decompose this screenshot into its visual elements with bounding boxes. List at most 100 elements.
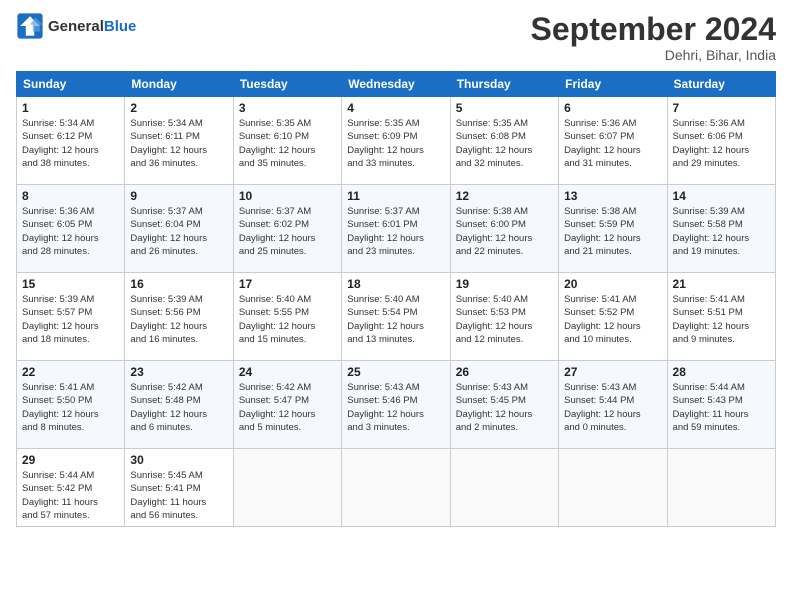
day-number: 12 — [456, 189, 553, 203]
table-row: 25 Sunrise: 5:43 AM Sunset: 5:46 PM Dayli… — [342, 361, 450, 449]
day-number: 24 — [239, 365, 336, 379]
day-info: Sunrise: 5:37 AM Sunset: 6:02 PM Dayligh… — [239, 205, 336, 258]
month-title: September 2024 — [531, 12, 776, 47]
day-number: 25 — [347, 365, 444, 379]
table-row — [667, 449, 775, 527]
table-row — [450, 449, 558, 527]
table-row: 23 Sunrise: 5:42 AM Sunset: 5:48 PM Dayli… — [125, 361, 233, 449]
week-row-2: 8 Sunrise: 5:36 AM Sunset: 6:05 PM Daylig… — [17, 185, 776, 273]
day-number: 6 — [564, 101, 661, 115]
col-sunday: Sunday — [17, 72, 125, 97]
day-info: Sunrise: 5:37 AM Sunset: 6:04 PM Dayligh… — [130, 205, 227, 258]
day-info: Sunrise: 5:34 AM Sunset: 6:12 PM Dayligh… — [22, 117, 119, 170]
calendar: Sunday Monday Tuesday Wednesday Thursday… — [16, 71, 776, 527]
day-number: 11 — [347, 189, 444, 203]
week-row-1: 1 Sunrise: 5:34 AM Sunset: 6:12 PM Daylig… — [17, 97, 776, 185]
day-info: Sunrise: 5:41 AM Sunset: 5:50 PM Dayligh… — [22, 381, 119, 434]
day-number: 1 — [22, 101, 119, 115]
day-number: 21 — [673, 277, 770, 291]
col-thursday: Thursday — [450, 72, 558, 97]
day-number: 9 — [130, 189, 227, 203]
table-row — [233, 449, 341, 527]
day-info: Sunrise: 5:36 AM Sunset: 6:05 PM Dayligh… — [22, 205, 119, 258]
day-info: Sunrise: 5:42 AM Sunset: 5:47 PM Dayligh… — [239, 381, 336, 434]
day-info: Sunrise: 5:43 AM Sunset: 5:44 PM Dayligh… — [564, 381, 661, 434]
day-number: 15 — [22, 277, 119, 291]
table-row: 5 Sunrise: 5:35 AM Sunset: 6:08 PM Daylig… — [450, 97, 558, 185]
table-row: 6Sunrise: 5:36 AM Sunset: 6:07 PM Daylig… — [559, 97, 667, 185]
table-row: 22 Sunrise: 5:41 AM Sunset: 5:50 PM Dayli… — [17, 361, 125, 449]
week-row-3: 15 Sunrise: 5:39 AM Sunset: 5:57 PM Dayli… — [17, 273, 776, 361]
table-row: 30 Sunrise: 5:45 AM Sunset: 5:41 PM Dayli… — [125, 449, 233, 527]
table-row — [342, 449, 450, 527]
day-info: Sunrise: 5:39 AM Sunset: 5:56 PM Dayligh… — [130, 293, 227, 346]
day-info: Sunrise: 5:35 AM Sunset: 6:10 PM Dayligh… — [239, 117, 336, 170]
day-info: Sunrise: 5:40 AM Sunset: 5:54 PM Dayligh… — [347, 293, 444, 346]
day-number: 27 — [564, 365, 661, 379]
header: GeneralBlue September 2024 Dehri, Bihar,… — [16, 12, 776, 63]
day-info: Sunrise: 5:39 AM Sunset: 5:57 PM Dayligh… — [22, 293, 119, 346]
week-row-5: 29Sunrise: 5:44 AM Sunset: 5:42 PM Dayli… — [17, 449, 776, 527]
table-row: 11 Sunrise: 5:37 AM Sunset: 6:01 PM Dayli… — [342, 185, 450, 273]
day-info: Sunrise: 5:38 AM Sunset: 5:59 PM Dayligh… — [564, 205, 661, 258]
table-row: 19 Sunrise: 5:40 AM Sunset: 5:53 PM Dayli… — [450, 273, 558, 361]
day-number: 28 — [673, 365, 770, 379]
table-row: 26Sunrise: 5:43 AM Sunset: 5:45 PM Dayli… — [450, 361, 558, 449]
day-info: Sunrise: 5:43 AM Sunset: 5:46 PM Dayligh… — [347, 381, 444, 434]
col-saturday: Saturday — [667, 72, 775, 97]
day-number: 8 — [22, 189, 119, 203]
col-wednesday: Wednesday — [342, 72, 450, 97]
day-number: 22 — [22, 365, 119, 379]
day-number: 7 — [673, 101, 770, 115]
day-number: 13 — [564, 189, 661, 203]
table-row: 3Sunrise: 5:35 AM Sunset: 6:10 PM Daylig… — [233, 97, 341, 185]
table-row: 14 Sunrise: 5:39 AM Sunset: 5:58 PM Dayli… — [667, 185, 775, 273]
title-block: September 2024 Dehri, Bihar, India — [531, 12, 776, 63]
day-info: Sunrise: 5:34 AM Sunset: 6:11 PM Dayligh… — [130, 117, 227, 170]
day-number: 30 — [130, 453, 227, 467]
table-row: 15 Sunrise: 5:39 AM Sunset: 5:57 PM Dayli… — [17, 273, 125, 361]
day-info: Sunrise: 5:35 AM Sunset: 6:08 PM Dayligh… — [456, 117, 553, 170]
table-row: 8 Sunrise: 5:36 AM Sunset: 6:05 PM Daylig… — [17, 185, 125, 273]
table-row: 17Sunrise: 5:40 AM Sunset: 5:55 PM Dayli… — [233, 273, 341, 361]
table-row: 29Sunrise: 5:44 AM Sunset: 5:42 PM Dayli… — [17, 449, 125, 527]
table-row: 2 Sunrise: 5:34 AM Sunset: 6:11 PM Daylig… — [125, 97, 233, 185]
table-row: 7 Sunrise: 5:36 AM Sunset: 6:06 PM Daylig… — [667, 97, 775, 185]
table-row — [559, 449, 667, 527]
day-info: Sunrise: 5:35 AM Sunset: 6:09 PM Dayligh… — [347, 117, 444, 170]
table-row: 12 Sunrise: 5:38 AM Sunset: 6:00 PM Dayli… — [450, 185, 558, 273]
day-info: Sunrise: 5:38 AM Sunset: 6:00 PM Dayligh… — [456, 205, 553, 258]
col-monday: Monday — [125, 72, 233, 97]
table-row: 13 Sunrise: 5:38 AM Sunset: 5:59 PM Dayli… — [559, 185, 667, 273]
table-row: 18 Sunrise: 5:40 AM Sunset: 5:54 PM Dayli… — [342, 273, 450, 361]
day-number: 2 — [130, 101, 227, 115]
day-number: 20 — [564, 277, 661, 291]
day-number: 16 — [130, 277, 227, 291]
table-row: 1 Sunrise: 5:34 AM Sunset: 6:12 PM Daylig… — [17, 97, 125, 185]
day-info: Sunrise: 5:42 AM Sunset: 5:48 PM Dayligh… — [130, 381, 227, 434]
table-row: 20Sunrise: 5:41 AM Sunset: 5:52 PM Dayli… — [559, 273, 667, 361]
day-info: Sunrise: 5:41 AM Sunset: 5:51 PM Dayligh… — [673, 293, 770, 346]
day-info: Sunrise: 5:36 AM Sunset: 6:06 PM Dayligh… — [673, 117, 770, 170]
day-info: Sunrise: 5:45 AM Sunset: 5:41 PM Dayligh… — [130, 469, 227, 522]
day-info: Sunrise: 5:39 AM Sunset: 5:58 PM Dayligh… — [673, 205, 770, 258]
col-friday: Friday — [559, 72, 667, 97]
table-row: 9 Sunrise: 5:37 AM Sunset: 6:04 PM Daylig… — [125, 185, 233, 273]
table-row: 28Sunrise: 5:44 AM Sunset: 5:43 PM Dayli… — [667, 361, 775, 449]
day-number: 23 — [130, 365, 227, 379]
day-info: Sunrise: 5:37 AM Sunset: 6:01 PM Dayligh… — [347, 205, 444, 258]
day-info: Sunrise: 5:40 AM Sunset: 5:53 PM Dayligh… — [456, 293, 553, 346]
logo: GeneralBlue — [16, 12, 136, 40]
day-number: 26 — [456, 365, 553, 379]
day-number: 18 — [347, 277, 444, 291]
logo-text: GeneralBlue — [48, 18, 136, 35]
day-number: 14 — [673, 189, 770, 203]
day-number: 4 — [347, 101, 444, 115]
day-info: Sunrise: 5:40 AM Sunset: 5:55 PM Dayligh… — [239, 293, 336, 346]
table-row: 21 Sunrise: 5:41 AM Sunset: 5:51 PM Dayli… — [667, 273, 775, 361]
header-row: Sunday Monday Tuesday Wednesday Thursday… — [17, 72, 776, 97]
day-number: 10 — [239, 189, 336, 203]
day-number: 19 — [456, 277, 553, 291]
day-number: 5 — [456, 101, 553, 115]
col-tuesday: Tuesday — [233, 72, 341, 97]
